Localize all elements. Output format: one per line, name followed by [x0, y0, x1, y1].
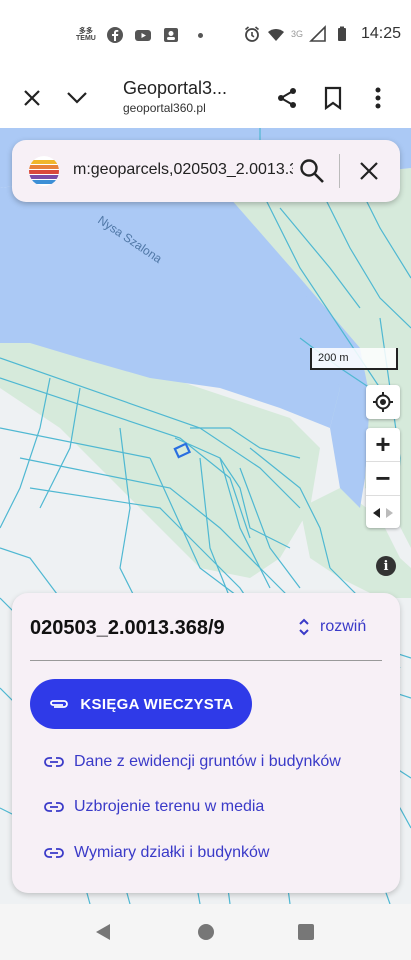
search-divider	[339, 154, 340, 188]
bookmark-button[interactable]	[315, 80, 351, 116]
temu-app-icon: 多多 TEMU	[76, 28, 96, 42]
menu-button[interactable]	[360, 80, 396, 116]
share-icon	[278, 88, 296, 108]
bookmark-icon	[324, 86, 342, 110]
notification-icons: 多多 TEMU	[76, 26, 203, 44]
expand-button[interactable]: rozwiń	[298, 617, 366, 637]
link-icon	[44, 802, 64, 812]
expand-label: rozwiń	[320, 618, 367, 635]
more-dot-icon	[197, 32, 203, 38]
search-icon[interactable]	[298, 157, 326, 185]
close-button[interactable]	[14, 80, 50, 116]
compass-arrows-icon	[373, 507, 393, 518]
land-register-button[interactable]: KSIĘGA WIECZYSTA	[30, 679, 252, 729]
facebook-icon	[106, 27, 123, 43]
search-input[interactable]: m:geoparcels,020503_2.0013.3	[73, 161, 293, 179]
custom-tab-toolbar: Geoportal3... geoportal360.pl	[0, 68, 411, 128]
parcel-id: 020503_2.0013.368/9	[30, 617, 225, 639]
recents-icon[interactable]	[297, 922, 315, 942]
temu-label-top: 多多	[78, 28, 93, 35]
map-scale: 200 m	[310, 348, 398, 370]
utilities-link[interactable]: Uzbrojenie terenu w media	[44, 798, 264, 816]
page-title: Geoportal3...	[123, 78, 228, 98]
system-nav-bar	[0, 904, 411, 960]
zoom-controls: + −	[366, 428, 400, 528]
minimize-button[interactable]	[59, 80, 95, 116]
alarm-icon	[244, 26, 259, 42]
clock: 14:25	[360, 25, 401, 42]
page-url: geoportal360.pl	[123, 101, 206, 115]
locate-me-button[interactable]	[366, 385, 400, 419]
clear-search-icon[interactable]	[355, 157, 383, 185]
my-location-icon	[373, 392, 393, 412]
land-register-label: KSIĘGA WIECZYSTA	[80, 695, 234, 713]
link-label: Uzbrojenie terenu w media	[74, 798, 265, 815]
zoom-in-button[interactable]: +	[366, 428, 400, 461]
home-icon[interactable]	[197, 922, 215, 942]
status-bar: 多多 TEMU 3G 14:25	[0, 0, 411, 68]
link-icon	[44, 848, 64, 858]
unfold-icon	[299, 618, 309, 636]
contacts-icon	[163, 28, 178, 42]
temu-label-bottom: TEMU	[76, 35, 96, 42]
map-info-icon[interactable]: i	[376, 556, 396, 576]
chevron-down-icon	[67, 92, 87, 104]
share-button[interactable]	[269, 80, 305, 116]
paperclip-icon	[50, 700, 69, 708]
search-bar[interactable]: m:geoparcels,020503_2.0013.3	[12, 140, 400, 202]
geoportal-logo-icon	[29, 156, 59, 186]
dimensions-link[interactable]: Wymiary działki i budynków	[44, 844, 269, 862]
link-icon	[44, 757, 64, 767]
signal-icon	[309, 25, 326, 42]
card-divider	[30, 660, 382, 661]
link-label: Dane z ewidencji gruntów i budynków	[74, 753, 341, 770]
youtube-icon	[134, 30, 151, 41]
link-label: Wymiary działki i budynków	[74, 844, 270, 861]
system-icons: 3G 14:25	[243, 25, 401, 43]
network-type: 3G	[290, 29, 303, 39]
land-records-link[interactable]: Dane z ewidencji gruntów i budynków	[44, 753, 341, 771]
wifi-icon	[267, 29, 284, 41]
more-vert-icon	[375, 87, 381, 109]
rotate-button[interactable]	[366, 496, 400, 529]
zoom-out-button[interactable]: −	[366, 462, 400, 495]
parcel-info-card: 020503_2.0013.368/9 rozwiń KSIĘGA WIECZY…	[12, 593, 400, 893]
battery-icon	[337, 26, 346, 41]
back-icon[interactable]	[94, 922, 112, 942]
close-icon	[24, 90, 40, 106]
